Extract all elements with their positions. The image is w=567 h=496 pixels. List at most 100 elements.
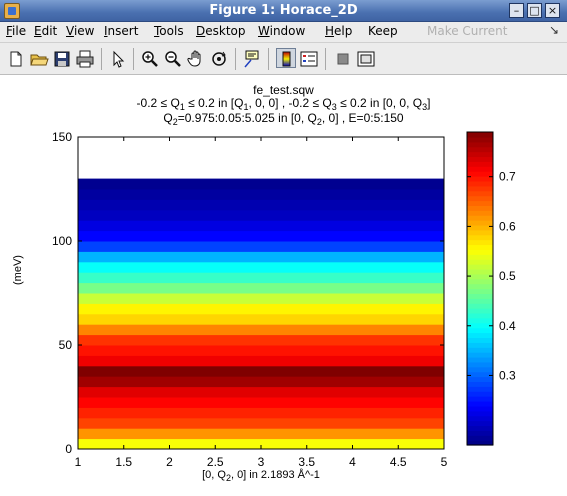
- colorbar-segment: [467, 400, 493, 407]
- window-titlebar[interactable]: Figure 1: Horace_2D – □ ×: [0, 0, 567, 22]
- colorbar-icon[interactable]: [276, 48, 296, 68]
- colorbar-segment: [467, 244, 493, 250]
- open-file-icon[interactable]: [29, 49, 49, 69]
- heatmap-band: [78, 272, 444, 284]
- colorbar-segment: [467, 185, 493, 192]
- y-tick-label: 150: [52, 130, 72, 144]
- menu-view[interactable]: View: [66, 24, 94, 38]
- menu-keep[interactable]: Keep: [368, 24, 398, 38]
- menu-edit[interactable]: Edit: [34, 24, 57, 38]
- heatmap-plot[interactable]: 1 1.5 2 2.5 3 3.5 4 4.5 5 050100150 0.30.40.50.6…: [0, 75, 567, 496]
- minimize-button[interactable]: –: [509, 3, 524, 18]
- menu-make-current: Make Current: [427, 24, 508, 38]
- colorbar-segment: [467, 312, 493, 319]
- heatmap-band: [78, 417, 444, 429]
- colorbar-segment: [467, 337, 493, 343]
- colorbar-segment: [467, 195, 493, 202]
- colorbar-segment: [467, 156, 493, 162]
- menu-help[interactable]: Help: [325, 24, 352, 38]
- colorbar-tick-label: 0.5: [499, 269, 516, 283]
- colorbar-segment: [467, 224, 493, 231]
- heatmap-band: [78, 189, 444, 200]
- colorbar-segment: [467, 435, 493, 441]
- menu-mnemonic: V: [66, 24, 74, 38]
- hide-plot-tools-icon[interactable]: [333, 49, 353, 69]
- colorbar-segment: [467, 146, 493, 153]
- y-tick-label: 0: [65, 442, 72, 456]
- colorbar-segment: [467, 151, 493, 158]
- toolbar-separator: [235, 48, 236, 70]
- heatmap-band: [78, 334, 444, 346]
- colorbar-segment: [467, 327, 493, 334]
- colorbar-segment: [467, 386, 493, 392]
- menu-desktop[interactable]: Desktop: [196, 24, 246, 38]
- menu-insert[interactable]: Insert: [104, 24, 138, 38]
- heatmap-band: [78, 209, 444, 221]
- menu-tools[interactable]: Tools: [154, 24, 184, 38]
- show-plot-tools-icon[interactable]: [356, 49, 376, 69]
- heatmap-band: [78, 428, 444, 440]
- colorbar-segment: [467, 420, 493, 427]
- rotate-3d-icon[interactable]: [209, 49, 229, 69]
- colorbar-segment: [467, 229, 493, 236]
- colorbar-segment: [467, 361, 493, 368]
- colorbar-segment: [467, 332, 493, 339]
- new-figure-icon[interactable]: [6, 49, 26, 69]
- y-tick-label: 100: [52, 234, 72, 248]
- menu-file[interactable]: File: [6, 24, 26, 38]
- colorbar-segment: [467, 132, 493, 138]
- toolbar-separator: [268, 48, 269, 70]
- heatmap-band: [78, 407, 444, 419]
- colorbar-segment: [467, 430, 493, 436]
- heatmap-band: [78, 293, 444, 304]
- close-button[interactable]: ×: [545, 3, 560, 18]
- colorbar-segment: [467, 264, 493, 270]
- zoom-out-icon[interactable]: [163, 49, 183, 69]
- colorbar-segment: [467, 396, 493, 402]
- x-tick-label: 2: [166, 455, 173, 469]
- menu-mnemonic: W: [258, 24, 270, 38]
- colorbar-segment: [467, 171, 493, 177]
- colorbar-segment: [467, 425, 493, 431]
- colorbar-segment: [467, 190, 493, 197]
- colorbar-tick-label: 0.3: [499, 368, 516, 382]
- menu-mnemonic: E: [34, 24, 42, 38]
- figure-canvas[interactable]: fe_test.sqw -0.2 ≤ Q1 ≤ 0.2 in [Q1, 0, 0…: [0, 75, 567, 496]
- dock-arrow-icon[interactable]: ↘: [549, 23, 559, 37]
- toolbar-separator: [101, 48, 102, 70]
- save-icon[interactable]: [52, 49, 72, 69]
- colorbar-segment: [467, 356, 493, 363]
- colorbar-segment: [467, 352, 493, 358]
- y-axis-label: (meV): [12, 255, 24, 285]
- heatmap-band: [78, 199, 444, 211]
- colorbar-segment: [467, 234, 493, 241]
- colorbar-segment: [467, 166, 493, 172]
- x-tick-label: 4.5: [390, 455, 407, 469]
- data-cursor-icon[interactable]: [242, 49, 262, 69]
- x-tick-label: 4: [349, 455, 356, 469]
- colorbar-segment: [467, 366, 493, 373]
- menu-mnemonic: T: [154, 24, 160, 38]
- colorbar-segment: [467, 293, 493, 299]
- maximize-button[interactable]: □: [527, 3, 542, 18]
- colorbar-segment: [467, 405, 493, 412]
- colorbar-tick-label: 0.6: [499, 219, 516, 233]
- colorbar-segment: [467, 371, 493, 378]
- pointer-icon[interactable]: [108, 49, 128, 69]
- colorbar-segment: [467, 210, 493, 216]
- pan-icon[interactable]: [186, 49, 206, 69]
- colorbar-segment: [467, 161, 493, 167]
- colorbar-segment: [467, 342, 493, 348]
- x-tick-label: 1.5: [115, 455, 132, 469]
- print-icon[interactable]: [75, 49, 95, 69]
- legend-icon[interactable]: [299, 49, 319, 69]
- menu-window[interactable]: Window: [258, 24, 305, 38]
- x-tick-label: 3: [258, 455, 265, 469]
- heatmap-band: [78, 261, 444, 273]
- colorbar-tick-label: 0.4: [499, 319, 516, 333]
- zoom-in-icon[interactable]: [140, 49, 160, 69]
- colorbar-segment: [467, 391, 493, 397]
- colorbar-segment: [467, 303, 493, 309]
- heatmap-band: [78, 230, 444, 242]
- colorbar-segment: [467, 141, 493, 148]
